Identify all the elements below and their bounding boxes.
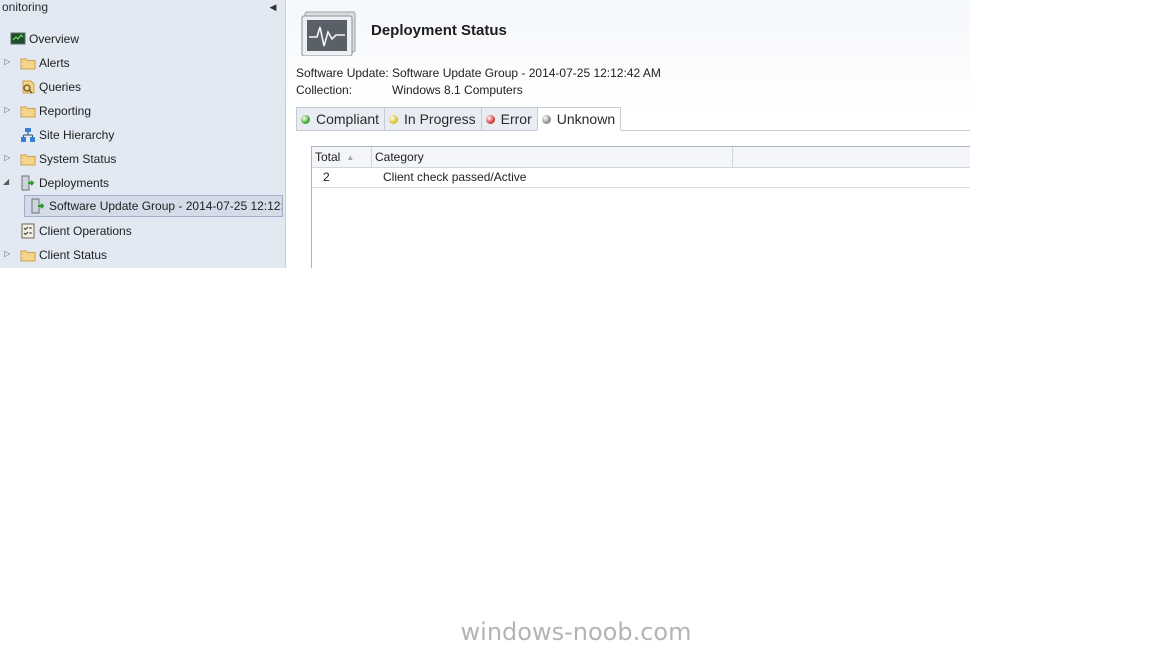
workspace-title: onitoring: [2, 0, 49, 14]
nav-item-label: Client Operations: [39, 224, 132, 238]
tab-unknown[interactable]: Unknown: [536, 107, 622, 131]
nav-item-alerts[interactable]: Alerts: [20, 52, 70, 74]
nav-item-label: System Status: [39, 152, 117, 166]
nav-item-system-status[interactable]: System Status: [20, 148, 116, 170]
folder-icon: [20, 106, 36, 118]
client-operations-icon: [21, 223, 35, 239]
expand-arrow-icon[interactable]: ▷: [4, 153, 12, 163]
status-dot-icon: [389, 114, 399, 124]
status-dot-icon: [541, 114, 551, 124]
status-dot-icon: [301, 114, 310, 124]
folder-icon: [20, 58, 36, 70]
collection-label: Collection:: [296, 83, 353, 97]
nav-item-label: Software Update Group - 2014-07-25 12:12…: [49, 199, 283, 213]
nav-item-label: Site Hierarchy: [39, 128, 115, 142]
deployment-item-icon: [31, 198, 45, 214]
column-header-label: Category: [375, 150, 424, 164]
status-tabs: Compliant In Progress Error Unknown: [296, 107, 622, 131]
column-header-label: Total: [315, 150, 341, 164]
column-header-filler: [733, 147, 970, 168]
nav-item-overview[interactable]: Overview: [10, 28, 79, 50]
nav-item-deployments[interactable]: Deployments: [20, 172, 109, 194]
folder-icon: [20, 154, 36, 166]
tab-in-progress[interactable]: In Progress: [384, 107, 481, 131]
queries-icon: [22, 80, 35, 94]
page-title: Deployment Status: [371, 22, 507, 39]
cell-total: 2: [323, 170, 330, 184]
deployment-status-panel: Deployment Status Software Update: Softw…: [287, 0, 970, 268]
collapse-arrow-icon[interactable]: ◢: [3, 177, 11, 187]
folder-icon: [20, 250, 36, 262]
expand-arrow-icon[interactable]: ▷: [4, 57, 12, 67]
nav-item-label: Queries: [39, 80, 82, 94]
watermark-text: windows-noob.com: [460, 618, 692, 646]
nav-item-label: Alerts: [39, 56, 70, 70]
nav-item-site-hierarchy[interactable]: Site Hierarchy: [20, 124, 114, 146]
nav-item-software-update-group[interactable]: Software Update Group - 2014-07-25 12:12…: [24, 195, 283, 217]
status-dot-icon: [485, 114, 495, 124]
cell-category: Client check passed/Active: [383, 170, 527, 184]
nav-item-client-status[interactable]: Client Status: [20, 244, 107, 266]
nav-item-label: Deployments: [39, 176, 110, 190]
overview-icon: [10, 32, 26, 45]
column-header-category[interactable]: Category: [372, 147, 733, 168]
expand-arrow-icon[interactable]: ▷: [4, 105, 12, 115]
navigation-pane: onitoring ◀ Overview ▷ Alerts Queries ▷ …: [0, 0, 286, 268]
deployment-status-monitor-icon: [301, 11, 356, 56]
nav-item-client-operations[interactable]: Client Operations: [20, 220, 132, 242]
nav-item-queries[interactable]: Queries: [20, 76, 81, 98]
nav-item-label: Reporting: [39, 104, 92, 118]
column-header-total[interactable]: Total ▲: [312, 147, 372, 168]
software-update-value: Software Update Group - 2014-07-25 12:12…: [392, 66, 661, 80]
tab-error[interactable]: Error: [480, 107, 537, 131]
tab-label: In Progress: [404, 111, 476, 127]
table-row[interactable]: 2 Client check passed/Active: [312, 168, 970, 188]
deployments-icon: [21, 175, 35, 191]
collapse-pane-button[interactable]: ◀: [268, 1, 278, 13]
nav-item-label: Overview: [29, 32, 80, 46]
tab-label: Error: [500, 111, 532, 127]
expand-arrow-icon[interactable]: ▷: [4, 249, 12, 259]
grid-header: Total ▲ Category: [312, 147, 970, 168]
workspace-header: onitoring: [0, 0, 285, 16]
site-hierarchy-icon: [21, 128, 35, 142]
collection-value: Windows 8.1 Computers: [392, 83, 523, 97]
software-update-label: Software Update:: [296, 66, 389, 80]
nav-item-reporting[interactable]: Reporting: [20, 100, 91, 122]
tab-label: Compliant: [316, 111, 380, 127]
sort-ascending-icon: ▲: [346, 153, 355, 162]
nav-item-label: Client Status: [39, 248, 108, 262]
status-grid: Total ▲ Category 2 Client check passed/Ac…: [311, 146, 970, 268]
tab-label: Unknown: [556, 111, 616, 127]
tab-compliant[interactable]: Compliant: [296, 107, 385, 131]
